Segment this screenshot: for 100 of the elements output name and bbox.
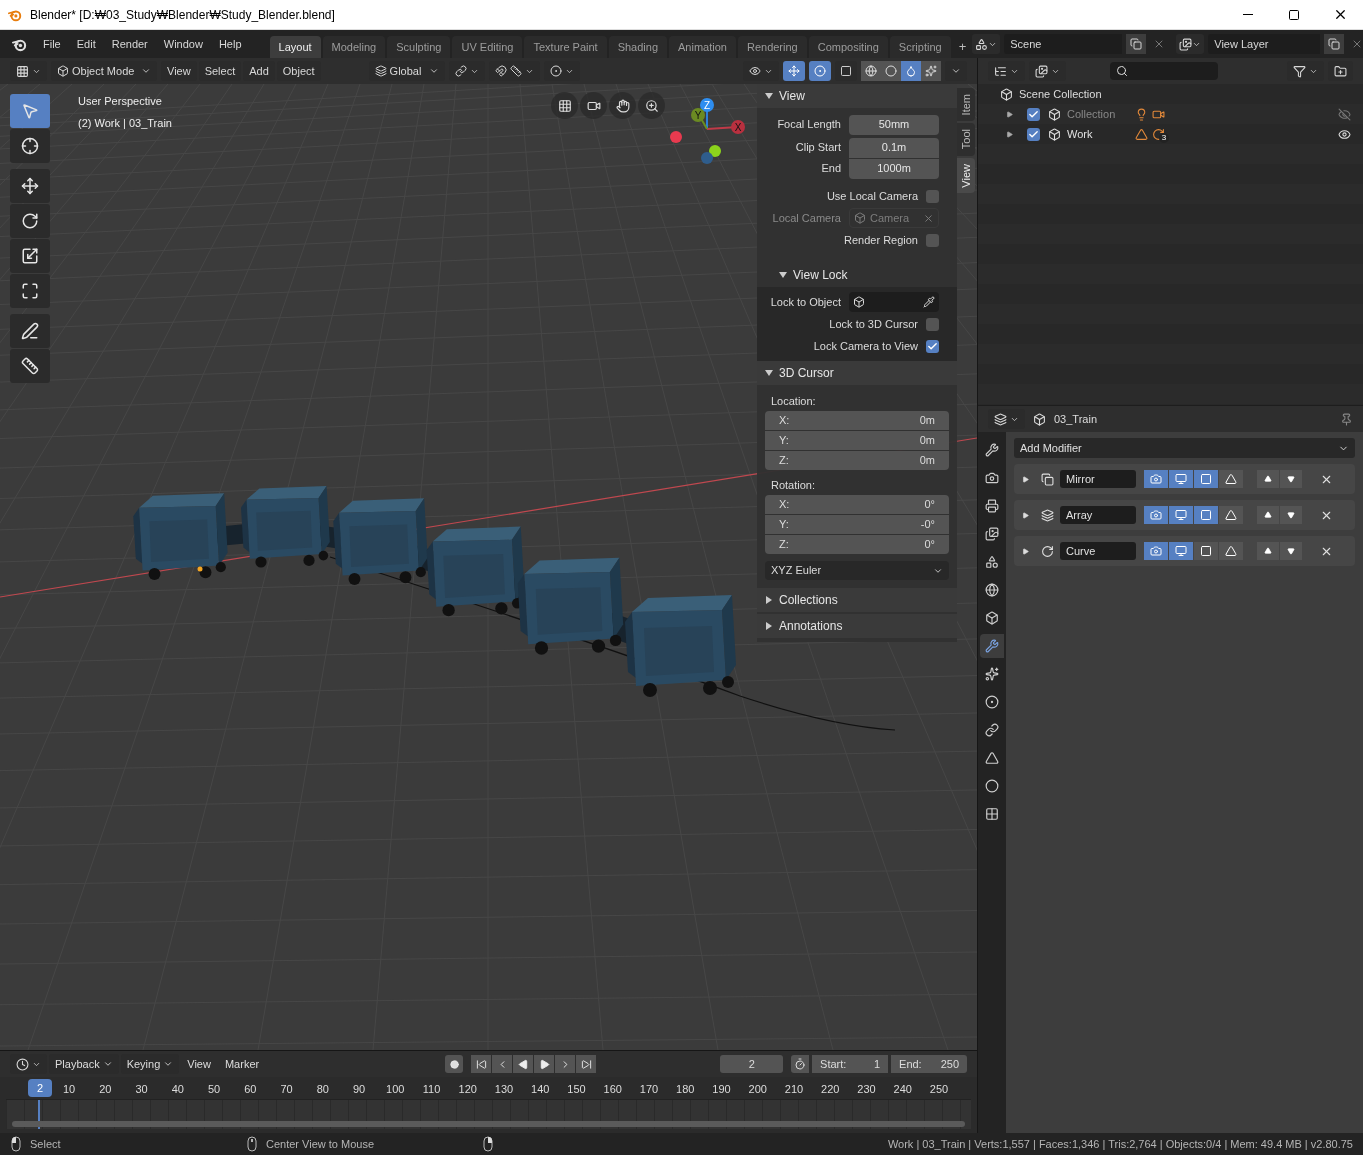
workspace-tab[interactable]: Layout [269,36,321,58]
frame-number: 150 [567,1082,586,1097]
timeline-menu-item[interactable]: Keying [120,1054,180,1074]
section-label: Location: [770,393,817,409]
header-menu-item[interactable]: Object [276,61,321,81]
sidebar-tab[interactable]: Tool [957,123,975,156]
timeline-menu-item[interactable]: Marker [218,1054,266,1074]
start-frame-field[interactable]: Start: 1 [812,1055,889,1073]
location-field[interactable]: X: 0m [765,411,949,430]
axis-gizmo-drawing[interactable]: Z Y X [665,96,750,168]
panel-header[interactable]: 3D Cursor [757,361,957,385]
current-frame-marker[interactable]: 2 [28,1079,52,1097]
location-field[interactable]: Z: 0m [765,451,949,470]
workspace-tab[interactable]: Scripting [889,36,951,58]
frame-number: 230 [857,1082,876,1097]
workspace-tab[interactable]: Compositing [808,36,888,58]
collection-name[interactable]: Collection [1067,105,1135,123]
frame-number: 160 [603,1082,622,1097]
menu-item[interactable]: Edit [68,30,104,58]
frame-number: 30 [135,1082,148,1097]
orientation-dropdown[interactable]: Global [368,61,445,81]
frame-number: 210 [784,1082,804,1097]
clip-start-field[interactable]: 0.1m [849,137,939,158]
add-modifier-dropdown[interactable]: Add Modifier [1014,438,1355,458]
mode-dropdown[interactable]: Object Mode [51,61,157,81]
section-label: Rotation: [770,477,817,493]
modifier-name-field[interactable]: Curve [1060,542,1136,560]
header-menu-item[interactable]: Select [198,61,242,81]
collection-name[interactable]: Work [1067,125,1135,143]
scene-collection-label[interactable]: Scene Collection [1019,85,1102,103]
field-label: Local Camera [771,210,842,226]
field-label: Lock to Object [769,294,842,310]
workspace-tab[interactable]: UV Editing [452,36,523,58]
frame-number: 110 [422,1082,441,1097]
panel-header[interactable]: Annotations [757,614,957,638]
window-title: Blender* [D:₩03_Study₩Blender₩Study_Blender.blend] [30,6,335,24]
field-label: Clip Start [794,140,842,156]
frame-number: 70 [280,1082,293,1097]
sidebar-tab[interactable]: View [957,157,975,194]
timeline-menu-item[interactable]: View [181,1054,217,1074]
rotation-field[interactable]: X: 0° [765,495,949,514]
workspace-tab[interactable]: Shading [608,36,668,58]
menu-item[interactable]: Help [210,30,250,58]
frame-number: 130 [494,1082,514,1097]
timeline-menu-item[interactable]: Playback [49,1054,119,1074]
frame-number: 120 [458,1082,477,1097]
menu-item[interactable]: Render [103,30,156,58]
modifier-name-field[interactable]: Array [1060,506,1136,524]
frame-number: 190 [712,1082,731,1097]
frame-number: 40 [171,1082,184,1097]
field-label: End [820,161,842,177]
panel-header[interactable]: View [757,84,957,108]
checkbox-label: Lock Camera to View [813,338,918,354]
frame-number: 200 [748,1082,767,1097]
view-name-label: User Perspective [78,94,163,109]
frame-number: 170 [639,1082,659,1097]
menu-item[interactable]: Window [155,30,211,58]
header-menu-item[interactable]: Add [243,61,275,81]
object-name: 03_Train [1054,411,1097,427]
frame-number: 240 [893,1082,912,1097]
rotation-field[interactable]: Z: 0° [765,535,949,554]
shortcut-hint: Select [30,1136,61,1152]
scene-field[interactable]: Scene [1004,34,1123,54]
workspace-tab[interactable]: Rendering [737,36,807,58]
panel-header[interactable]: View Lock [757,263,957,287]
panel-header[interactable]: Collections [757,588,957,612]
rotation-mode-dropdown[interactable]: XYZ Euler [765,561,949,580]
scene-statistics: Work | 03_Train | Verts:1,557 | Faces:1,346 | Tris:2,764 | Objects:0/4 | Mem: 49.4 MB | v2.80.75 [887,1136,1353,1152]
frame-number: 220 [821,1082,840,1097]
checkbox-label: Lock to 3D Cursor [829,316,918,332]
frame-number: 50 [207,1082,221,1097]
header-menu-item[interactable]: View [161,61,197,81]
field-label: Focal Length [776,117,842,133]
frame-number: 100 [386,1082,405,1097]
checkbox-label: Render Region [844,232,918,248]
focal-length-field[interactable]: 50mm [849,114,939,135]
workspace-tab[interactable]: Modeling [322,36,386,58]
clip-end-field[interactable]: 1000m [849,158,939,179]
frame-number: 140 [531,1082,550,1097]
modifier-name-field[interactable]: Mirror [1060,470,1136,488]
current-frame-field[interactable]: 2 [720,1055,784,1073]
frame-number: 80 [316,1082,329,1097]
workspace-tab[interactable]: Texture Paint [524,36,607,58]
shortcut-hint: Center View to Mouse [266,1136,375,1152]
view-context-label: (2) Work | 03_Train [78,115,172,131]
end-frame-field[interactable]: End: 250 [891,1055,967,1073]
frame-number: 250 [929,1082,949,1097]
sidebar-tab[interactable]: Item [957,88,975,122]
child-count-badge: 3 [1159,133,1169,143]
workspace-tab[interactable]: Sculpting [387,36,451,58]
frame-number: 10 [62,1082,76,1097]
menu-item[interactable]: File [35,30,69,58]
location-field[interactable]: Y: 0m [765,431,949,450]
view-layer-field[interactable]: View Layer [1208,34,1321,54]
add-workspace-button[interactable]: + [952,36,973,58]
workspace-tab[interactable]: Animation [669,36,736,58]
rotation-field[interactable]: Y: -0° [765,515,949,534]
frame-number: 20 [99,1082,112,1097]
checkbox-label: Use Local Camera [826,188,918,204]
frame-number: 90 [352,1082,366,1097]
